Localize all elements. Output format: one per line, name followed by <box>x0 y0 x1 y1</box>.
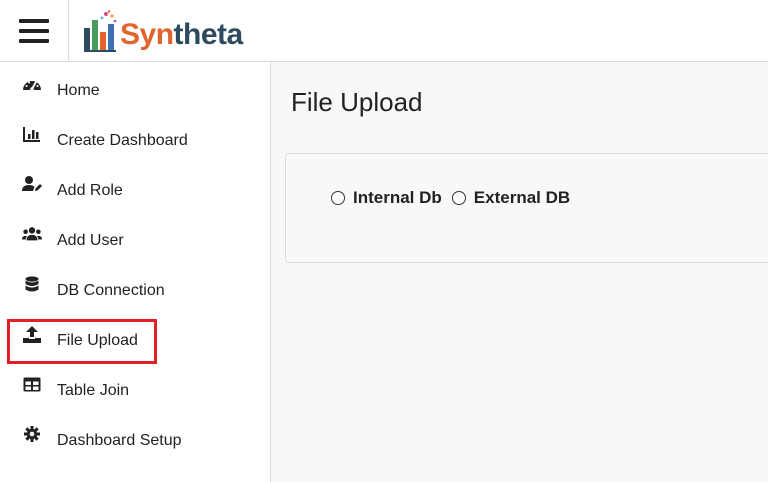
app-logo[interactable]: Syntheta <box>82 6 243 54</box>
db-type-radio-group: Internal Db External DB <box>331 188 580 208</box>
sidebar-item-dashboard-setup[interactable]: Dashboard Setup <box>0 421 270 461</box>
user-edit-icon <box>22 175 42 193</box>
radio-label: Internal Db <box>353 188 442 207</box>
dashboard-gauge-icon <box>22 75 42 93</box>
db-type-card: Internal Db External DB <box>285 153 768 263</box>
sidebar-item-label: Home <box>57 82 100 99</box>
gear-icon <box>22 425 42 443</box>
hamburger-line <box>19 39 49 43</box>
radio-button[interactable] <box>451 191 466 205</box>
hamburger-line <box>19 29 49 33</box>
sidebar-item-add-user[interactable]: Add User <box>0 221 270 261</box>
main-content: File Upload Internal Db External DB <box>271 62 768 482</box>
radio-internal-db[interactable]: Internal Db <box>331 188 442 208</box>
sidebar-item-label: File Upload <box>57 332 138 349</box>
table-icon <box>22 375 42 393</box>
top-bar: Syntheta <box>0 0 768 62</box>
logo-text-syn: Syn <box>120 18 174 51</box>
sidebar-item-label: Dashboard Setup <box>57 432 182 449</box>
radio-button[interactable] <box>331 191 345 205</box>
logo-wordmark: Syntheta <box>120 20 243 50</box>
users-icon <box>22 225 42 243</box>
upload-icon <box>22 325 42 343</box>
logo-text-theta: theta <box>173 18 244 51</box>
bar-chart-icon <box>22 125 42 143</box>
sidebar-item-label: Create Dashboard <box>57 132 188 149</box>
sidebar-item-label: DB Connection <box>57 282 165 299</box>
sidebar-item-create-dashboard[interactable]: Create Dashboard <box>0 121 270 161</box>
sidebar-item-home[interactable]: Home <box>0 71 270 111</box>
sidebar-item-label: Add User <box>57 232 124 249</box>
sidebar-item-label: Table Join <box>57 382 130 399</box>
sidebar-item-table-join[interactable]: Table Join <box>0 371 270 411</box>
logo-chart-icon <box>84 10 117 52</box>
sidebar: Home Create Dashboard Add Role Add User … <box>0 62 271 482</box>
database-icon <box>22 275 42 293</box>
sidebar-item-add-role[interactable]: Add Role <box>0 171 270 211</box>
sidebar-item-db-connection[interactable]: DB Connection <box>0 271 270 311</box>
sidebar-item-label: Add Role <box>57 182 123 199</box>
radio-label: External DB <box>473 188 571 207</box>
page-title: File Upload <box>291 87 423 117</box>
sidebar-item-file-upload[interactable]: File Upload <box>0 321 270 361</box>
hamburger-line <box>19 19 49 23</box>
hamburger-menu-icon[interactable] <box>0 0 69 62</box>
radio-external-db[interactable]: External DB <box>451 188 571 208</box>
